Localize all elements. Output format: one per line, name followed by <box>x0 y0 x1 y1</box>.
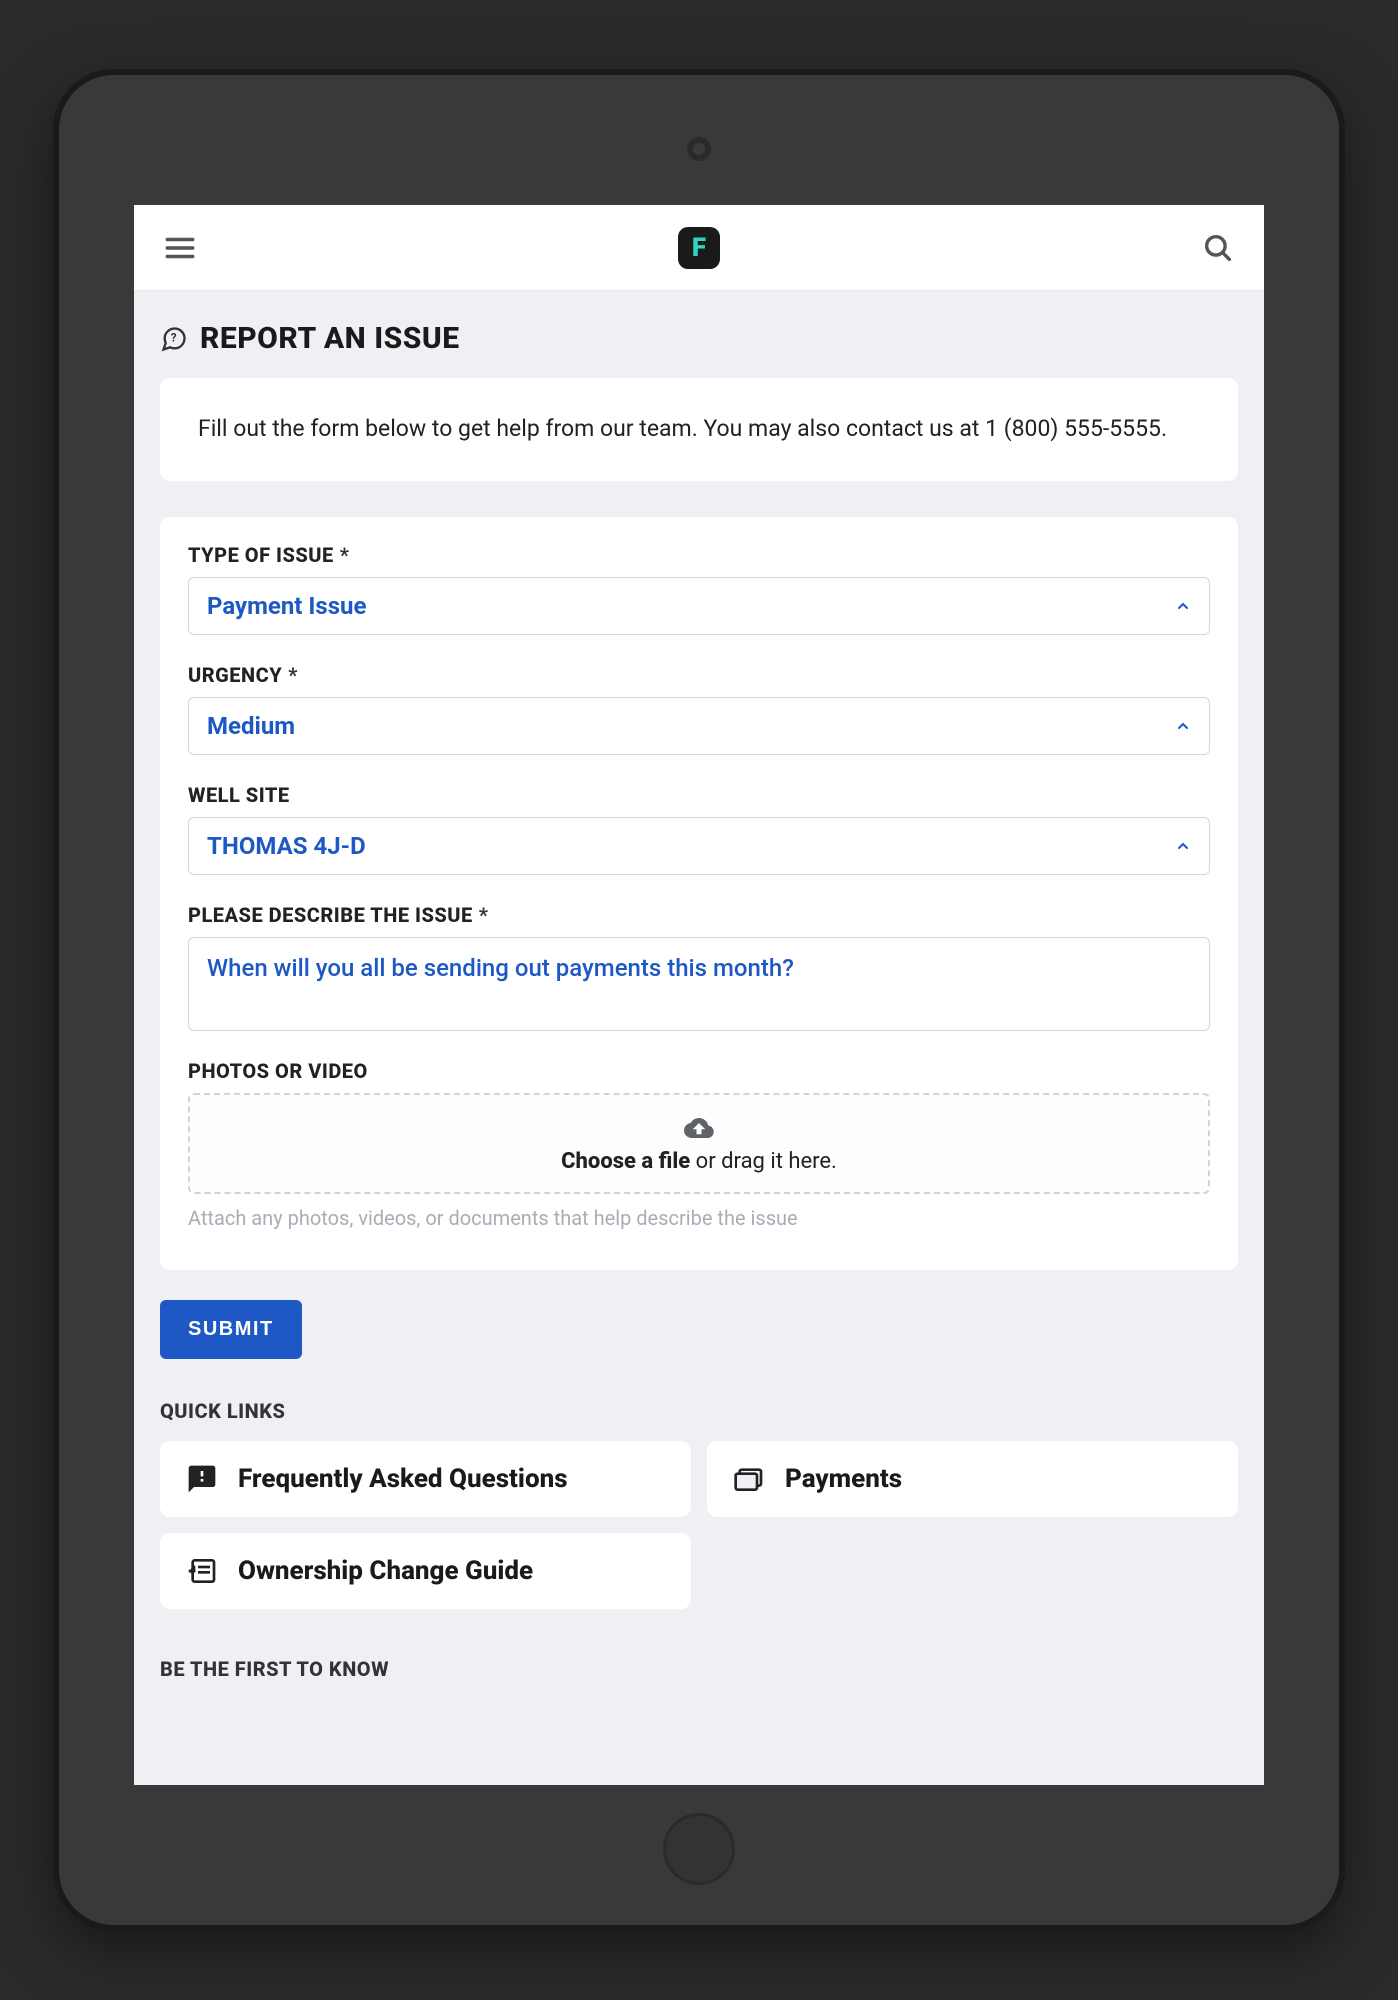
payments-icon <box>733 1463 765 1495</box>
top-bar: F <box>134 205 1264 291</box>
svg-text:?: ? <box>171 330 177 344</box>
type-of-issue-label: TYPE OF ISSUE* <box>188 543 1210 567</box>
chevron-up-icon <box>1175 598 1191 614</box>
hamburger-icon <box>163 231 197 265</box>
urgency-value: Medium <box>207 712 295 740</box>
quick-links-heading: QUICK LINKS <box>160 1399 1238 1423</box>
upload-label: PHOTOS OR VIDEO <box>188 1059 1210 1083</box>
urgency-label: URGENCY* <box>188 663 1210 687</box>
info-text: Fill out the form below to get help from… <box>198 415 1167 442</box>
info-card: Fill out the form below to get help from… <box>160 378 1238 481</box>
app-screen: F ? REPORT AN ISSUE Fill out the form be… <box>134 205 1264 1785</box>
search-icon <box>1201 231 1235 265</box>
chevron-up-icon <box>1175 838 1191 854</box>
page-title-row: ? REPORT AN ISSUE <box>160 321 1238 356</box>
quick-link-payments[interactable]: Payments <box>707 1441 1238 1517</box>
menu-button[interactable] <box>160 228 200 268</box>
cloud-upload-icon <box>683 1113 715 1143</box>
quick-link-faq[interactable]: Frequently Asked Questions <box>160 1441 691 1517</box>
field-urgency: URGENCY* Medium <box>188 663 1210 755</box>
urgency-select[interactable]: Medium <box>188 697 1210 755</box>
page-title: REPORT AN ISSUE <box>200 321 460 356</box>
logo-letter: F <box>692 233 706 263</box>
upload-help-text: Attach any photos, videos, or documents … <box>188 1206 1210 1230</box>
quick-link-label: Ownership Change Guide <box>238 1556 533 1586</box>
home-button[interactable] <box>663 1813 735 1885</box>
tablet-frame: F ? REPORT AN ISSUE Fill out the form be… <box>59 75 1339 1925</box>
quick-link-label: Payments <box>785 1464 902 1494</box>
type-of-issue-select[interactable]: Payment Issue <box>188 577 1210 635</box>
form-card: TYPE OF ISSUE* Payment Issue URGENCY* Me… <box>160 517 1238 1270</box>
field-well-site: WELL SITE THOMAS 4J-D <box>188 783 1210 875</box>
chat-icon: ? <box>160 325 188 353</box>
well-site-value: THOMAS 4J-D <box>207 832 366 860</box>
field-type-of-issue: TYPE OF ISSUE* Payment Issue <box>188 543 1210 635</box>
faq-icon <box>186 1463 218 1495</box>
description-textarea[interactable]: When will you all be sending out payment… <box>188 937 1210 1031</box>
chevron-up-icon <box>1175 718 1191 734</box>
type-of-issue-value: Payment Issue <box>207 592 366 620</box>
field-description: PLEASE DESCRIBE THE ISSUE* When will you… <box>188 903 1210 1031</box>
field-upload: PHOTOS OR VIDEO Choose a file or drag it… <box>188 1059 1210 1230</box>
quick-link-label: Frequently Asked Questions <box>238 1464 568 1494</box>
search-button[interactable] <box>1198 228 1238 268</box>
quick-link-ownership[interactable]: Ownership Change Guide <box>160 1533 691 1609</box>
subscribe-heading: BE THE FIRST TO KNOW <box>160 1657 1238 1681</box>
well-site-label: WELL SITE <box>188 783 1210 807</box>
upload-dropzone[interactable]: Choose a file or drag it here. <box>188 1093 1210 1194</box>
tablet-camera <box>687 137 711 161</box>
description-label: PLEASE DESCRIBE THE ISSUE* <box>188 903 1210 927</box>
submit-button[interactable]: SUBMIT <box>160 1300 302 1359</box>
content-area: ? REPORT AN ISSUE Fill out the form belo… <box>134 291 1264 1785</box>
quick-links-grid: Frequently Asked Questions Payments Owne… <box>160 1441 1238 1609</box>
description-value: When will you all be sending out payment… <box>207 954 794 982</box>
well-site-select[interactable]: THOMAS 4J-D <box>188 817 1210 875</box>
ownership-icon <box>186 1555 218 1587</box>
app-logo: F <box>678 227 720 269</box>
upload-text: Choose a file or drag it here. <box>208 1149 1190 1174</box>
